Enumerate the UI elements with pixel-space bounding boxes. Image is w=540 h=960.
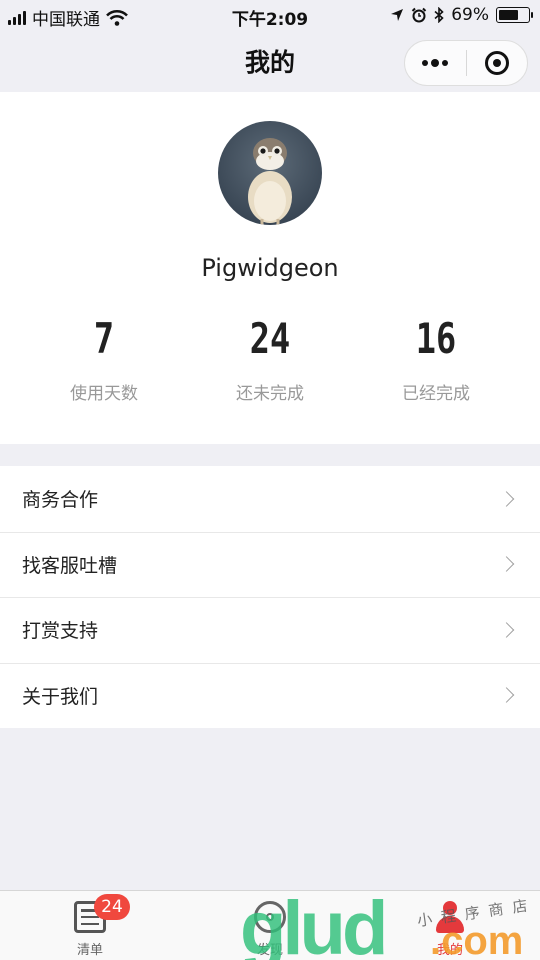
navigation-bar: 我的 <box>0 32 540 92</box>
more-dots-icon <box>422 59 449 67</box>
location-arrow-icon <box>391 9 404 21</box>
tab-bar: 24 清单 发现 我的 <box>0 890 540 960</box>
tab-label: 我的 <box>436 943 463 958</box>
mini-program-capsule <box>404 40 528 86</box>
menu-item-label: 关于我们 <box>22 685 99 708</box>
stat-label: 已经完成 <box>402 384 470 404</box>
menu-item-label: 商务合作 <box>22 489 99 512</box>
status-right: 69% <box>390 5 533 25</box>
owl-avatar-image <box>248 138 292 225</box>
more-button[interactable] <box>405 41 466 85</box>
tab-mine[interactable]: 我的 <box>360 891 540 960</box>
stat-completed: 16 已经完成 <box>346 314 526 404</box>
chevron-right-icon <box>498 621 515 638</box>
battery-icon <box>496 7 533 23</box>
stat-value: 7 <box>93 314 115 363</box>
menu-item-about-us[interactable]: 关于我们 <box>0 662 540 729</box>
username: Pigwidgeon <box>201 254 339 282</box>
unread-badge: 24 <box>94 894 130 920</box>
alarm-icon <box>411 7 427 23</box>
avatar[interactable] <box>218 121 322 225</box>
stat-label: 还未完成 <box>236 384 304 404</box>
stat-value: 24 <box>249 314 291 363</box>
tab-icon-wrap <box>434 901 466 933</box>
tab-icon-wrap <box>254 901 286 933</box>
compass-icon <box>254 901 286 933</box>
tab-label: 清单 <box>76 943 103 958</box>
target-icon <box>484 51 509 75</box>
menu-list: 商务合作 找客服吐槽 打赏支持 关于我们 <box>0 466 540 728</box>
tab-discover[interactable]: 发现 <box>180 891 360 960</box>
chevron-right-icon <box>498 490 515 507</box>
chevron-right-icon <box>498 556 515 573</box>
menu-item-customer-service[interactable]: 找客服吐槽 <box>0 531 540 598</box>
tab-icon-wrap: 24 <box>74 894 130 933</box>
stat-value: 16 <box>415 314 457 363</box>
profile-card: Pigwidgeon 7 使用天数 24 还未完成 16 已经完成 <box>0 92 540 444</box>
tab-list[interactable]: 24 清单 <box>0 891 180 960</box>
stat-days-used: 7 使用天数 <box>14 314 194 404</box>
chevron-right-icon <box>498 687 515 704</box>
tab-label: 发现 <box>256 943 283 958</box>
menu-item-tip-support[interactable]: 打赏支持 <box>0 597 540 663</box>
stat-not-completed: 24 还未完成 <box>180 314 360 404</box>
menu-item-label: 打赏支持 <box>22 620 99 643</box>
stat-label: 使用天数 <box>70 384 138 404</box>
person-icon <box>434 901 466 933</box>
menu-item-business-cooperation[interactable]: 商务合作 <box>0 466 540 532</box>
menu-item-label: 找客服吐槽 <box>22 554 118 577</box>
status-bar: 中国联通 下午2:09 69% <box>0 0 540 32</box>
close-mini-program-button[interactable] <box>466 41 527 85</box>
battery-percent: 69% <box>451 5 489 25</box>
battery-fill <box>499 10 519 20</box>
bluetooth-icon <box>434 7 444 23</box>
